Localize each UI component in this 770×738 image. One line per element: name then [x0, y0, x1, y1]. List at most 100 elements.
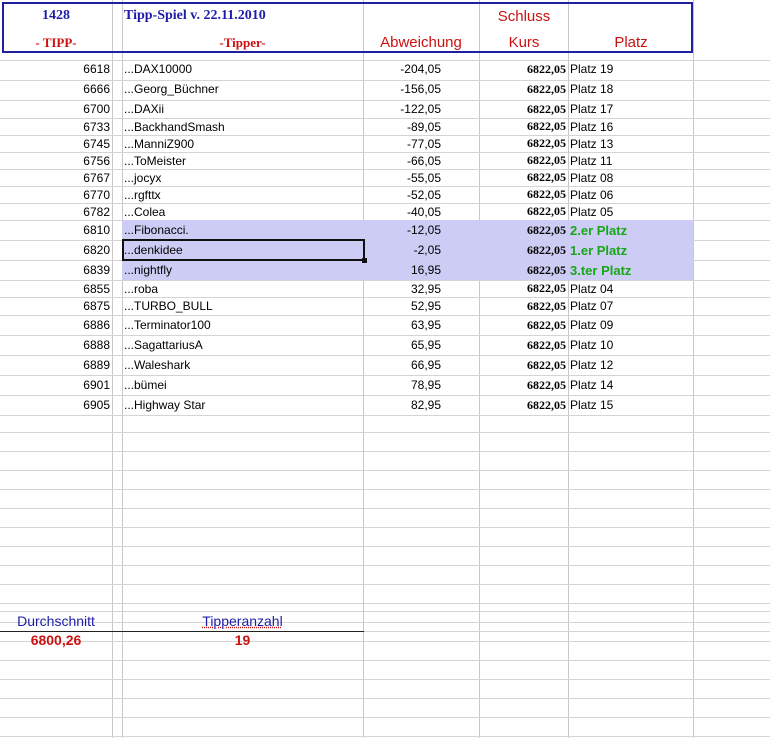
abweichung-cell[interactable]: 82,95	[363, 395, 441, 415]
tipp-cell[interactable]: 6875	[0, 297, 110, 315]
tipper-cell[interactable]: ...TURBO_BULL	[124, 297, 360, 315]
tipp-cell[interactable]: 6745	[0, 135, 110, 152]
platz-cell[interactable]: Platz 07	[570, 297, 692, 315]
kurs-cell[interactable]: 6822,05	[479, 375, 566, 395]
kurs-cell[interactable]: 6822,05	[479, 220, 566, 240]
kurs-cell[interactable]: 6822,05	[479, 100, 566, 118]
tipper-cell[interactable]: ...DAX10000	[124, 60, 360, 78]
tipper-cell[interactable]: ...DAXii	[124, 100, 360, 118]
kurs-cell[interactable]: 6822,05	[479, 260, 566, 280]
platz-cell[interactable]: Platz 09	[570, 315, 692, 335]
kurs-cell[interactable]: 6822,05	[479, 297, 566, 315]
kurs-cell[interactable]: 6822,05	[479, 395, 566, 415]
abweichung-cell[interactable]: -40,05	[363, 203, 441, 220]
tipper-cell[interactable]: ...ToMeister	[124, 152, 360, 169]
platz-cell[interactable]: 2.er Platz	[570, 220, 692, 240]
tipp-cell[interactable]: 6810	[0, 220, 110, 240]
durchschnitt-value[interactable]: 6800,26	[0, 632, 112, 648]
tipper-cell[interactable]: ...Waleshark	[124, 355, 360, 375]
kurs-cell[interactable]: 6822,05	[479, 240, 566, 260]
platz-cell[interactable]: Platz 08	[570, 169, 692, 186]
tipper-cell[interactable]: ...rgfttx	[124, 186, 360, 203]
tipp-cell[interactable]: 6905	[0, 395, 110, 415]
tipper-header[interactable]: -Tipper-	[122, 35, 363, 51]
abweichung-cell[interactable]: 66,95	[363, 355, 441, 375]
abweichung-cell[interactable]: -12,05	[363, 220, 441, 240]
abweichung-cell[interactable]: -55,05	[363, 169, 441, 186]
tipper-cell[interactable]: ...Colea	[124, 203, 360, 220]
platz-cell[interactable]: Platz 10	[570, 335, 692, 355]
tipper-cell[interactable]: ...ManniZ900	[124, 135, 360, 152]
tipper-cell[interactable]: ...nightfly	[124, 260, 360, 280]
abweichung-header[interactable]: Abweichung	[363, 34, 479, 51]
platz-cell[interactable]: Platz 16	[570, 118, 692, 135]
abweichung-cell[interactable]: 16,95	[363, 260, 441, 280]
kurs-cell[interactable]: 6822,05	[479, 280, 566, 297]
tipp-cell[interactable]: 6733	[0, 118, 110, 135]
tipp-cell[interactable]: 6756	[0, 152, 110, 169]
kurs-cell[interactable]: 6822,05	[479, 152, 566, 169]
tipp-header[interactable]: - TIPP-	[0, 35, 112, 51]
platz-cell[interactable]: Platz 13	[570, 135, 692, 152]
tipp-cell[interactable]: 6767	[0, 169, 110, 186]
tipper-cell[interactable]: ...BackhandSmash	[124, 118, 360, 135]
kurs-cell[interactable]: 6822,05	[479, 203, 566, 220]
tipp-cell[interactable]: 6666	[0, 80, 110, 98]
abweichung-cell[interactable]: -156,05	[363, 80, 441, 98]
fill-handle[interactable]	[362, 258, 367, 263]
kurs-cell[interactable]: 6822,05	[479, 315, 566, 335]
platz-cell[interactable]: Platz 04	[570, 280, 692, 297]
platz-cell[interactable]: Platz 12	[570, 355, 692, 375]
game-title[interactable]: Tipp-Spiel v. 22.11.2010	[124, 8, 266, 24]
abweichung-cell[interactable]: -89,05	[363, 118, 441, 135]
abweichung-cell[interactable]: 65,95	[363, 335, 441, 355]
tipp-cell[interactable]: 6618	[0, 60, 110, 78]
tipp-cell[interactable]: 6700	[0, 100, 110, 118]
tipperanzahl-value[interactable]: 19	[122, 632, 363, 648]
kurs-cell[interactable]: 6822,05	[479, 335, 566, 355]
abweichung-cell[interactable]: -122,05	[363, 100, 441, 118]
tipp-cell[interactable]: 6901	[0, 375, 110, 395]
tipp-cell[interactable]: 6886	[0, 315, 110, 335]
tipper-cell[interactable]: ...bümei	[124, 375, 360, 395]
abweichung-cell[interactable]: 78,95	[363, 375, 441, 395]
abweichung-cell[interactable]: -77,05	[363, 135, 441, 152]
platz-cell[interactable]: Platz 18	[570, 80, 692, 98]
tipp-cell[interactable]: 6839	[0, 260, 110, 280]
tipper-cell[interactable]: ...SagattariusA	[124, 335, 360, 355]
kurs-cell[interactable]: 6822,05	[479, 80, 566, 98]
tipper-cell[interactable]: ...Highway Star	[124, 395, 360, 415]
platz-cell[interactable]: Platz 06	[570, 186, 692, 203]
tipp-count[interactable]: 1428	[0, 8, 112, 24]
tipperanzahl-label[interactable]: Tipperanzahl	[122, 613, 363, 629]
platz-cell[interactable]: Platz 15	[570, 395, 692, 415]
tipp-cell[interactable]: 6782	[0, 203, 110, 220]
platz-cell[interactable]: Platz 14	[570, 375, 692, 395]
tipp-cell[interactable]: 6889	[0, 355, 110, 375]
tipper-cell[interactable]: ...jocyx	[124, 169, 360, 186]
tipper-cell[interactable]: ...Georg_Büchner	[124, 80, 360, 98]
abweichung-cell[interactable]: -52,05	[363, 186, 441, 203]
platz-header[interactable]: Platz	[569, 34, 693, 51]
tipper-cell[interactable]: ...Terminator100	[124, 315, 360, 335]
abweichung-cell[interactable]: 63,95	[363, 315, 441, 335]
kurs-header[interactable]: Kurs	[479, 34, 569, 51]
tipp-cell[interactable]: 6770	[0, 186, 110, 203]
abweichung-cell[interactable]: -66,05	[363, 152, 441, 169]
tipp-cell[interactable]: 6855	[0, 280, 110, 297]
platz-cell[interactable]: Platz 11	[570, 152, 692, 169]
active-cell-selection[interactable]	[122, 239, 365, 261]
kurs-cell[interactable]: 6822,05	[479, 118, 566, 135]
platz-cell[interactable]: Platz 19	[570, 60, 692, 78]
platz-cell[interactable]: Platz 05	[570, 203, 692, 220]
abweichung-cell[interactable]: -204,05	[363, 60, 441, 78]
kurs-cell[interactable]: 6822,05	[479, 355, 566, 375]
tipp-cell[interactable]: 6820	[0, 240, 110, 260]
platz-cell[interactable]: 3.ter Platz	[570, 260, 692, 280]
platz-cell[interactable]: Platz 17	[570, 100, 692, 118]
tipper-cell[interactable]: ...roba	[124, 280, 360, 297]
abweichung-cell[interactable]: -2,05	[363, 240, 441, 260]
kurs-cell[interactable]: 6822,05	[479, 186, 566, 203]
tipper-cell[interactable]: ...Fibonacci.	[124, 220, 360, 240]
schluss-header[interactable]: Schluss	[479, 8, 569, 25]
